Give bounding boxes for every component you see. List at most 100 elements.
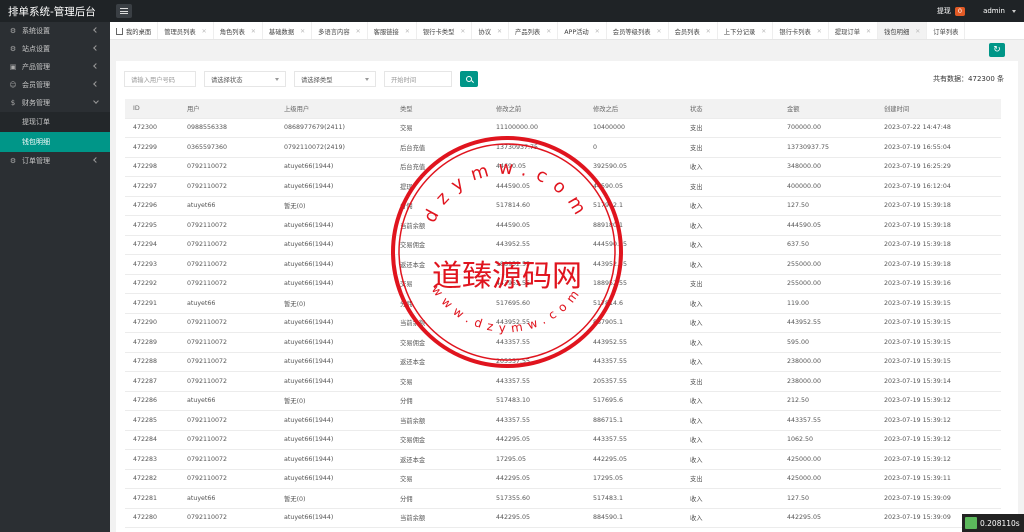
table-row: 472281 atuyet66 暂无(0) 分佣 517355.60 517483.1 收入… [125, 488, 1001, 509]
tab-label: 银行卡列表 [779, 28, 811, 36]
sidebar-item-label: 产品管理 [22, 63, 50, 71]
table-cell: 443952.55 [488, 235, 585, 255]
sidebar-item-order-management[interactable]: ⚙ 订单管理 [0, 152, 110, 170]
tab-member-list[interactable]: 会员列表 ✕ [669, 22, 718, 39]
table-cell: 44590.05 [585, 176, 682, 197]
tab-service-links[interactable]: 客服链接 ✕ [368, 22, 417, 39]
table-row: 472285 0792110072 atuyet66(1944) 当前余额 443357… [125, 410, 1001, 431]
sidebar-item-finance-management[interactable]: $ 财务管理 [0, 94, 110, 112]
table-cell: 收入 [682, 196, 779, 216]
tab-basic-data[interactable]: 基础数据 ✕ [263, 22, 313, 39]
tab-app-activity[interactable]: APP活动 ✕ [558, 22, 607, 39]
table-cell: 517814.60 [488, 196, 585, 216]
tab-home[interactable]: 我的桌面 [110, 22, 159, 39]
search-button[interactable] [460, 71, 478, 87]
tab-wallet-details[interactable]: 钱包明细 ✕ [878, 22, 928, 39]
phone-search-input[interactable]: 请输入用户号码 [124, 71, 196, 87]
table-cell: 交易佣金 [392, 430, 488, 450]
user-menu[interactable]: admin [983, 7, 1005, 15]
close-icon[interactable]: ✕ [866, 28, 871, 35]
table-cell: 444590.05 [779, 215, 876, 236]
table-cell: atuyet66(1944) [276, 157, 392, 177]
refresh-button[interactable]: ↻ [989, 43, 1005, 57]
table-cell: 暂无(0) [276, 391, 392, 411]
tab-withdraw-orders[interactable]: 提现订单 ✕ [829, 22, 879, 39]
close-icon[interactable]: ✕ [460, 28, 465, 35]
close-icon[interactable]: ✕ [251, 28, 256, 35]
table-cell: 442295.05 [488, 508, 585, 528]
sidebar-item-system-settings[interactable]: ⚙ 系统设置 [0, 22, 110, 40]
table-cell: 472287 [125, 371, 179, 392]
tab-score-records[interactable]: 上下分记录 ✕ [718, 22, 774, 39]
table-cell: 205357.55 [488, 352, 585, 372]
close-icon[interactable]: ✕ [657, 28, 662, 35]
tab-bank-card-list[interactable]: 银行卡列表 ✕ [773, 22, 829, 39]
close-icon[interactable]: ✕ [405, 28, 410, 35]
close-icon[interactable]: ✕ [546, 28, 551, 35]
table-cell: atuyet66(1944) [276, 332, 392, 353]
close-icon[interactable]: ✕ [202, 28, 207, 35]
table-row: 472287 0792110072 atuyet66(1944) 交易 443357.5… [125, 371, 1001, 392]
table-cell: 收入 [682, 410, 779, 431]
table-cell: 返还本金 [392, 449, 488, 470]
table-row: 472291 atuyet66 暂无(0) 分佣 517695.60 517814.6 收入… [125, 293, 1001, 314]
table-header-cell: 修改之前 [488, 99, 585, 119]
sidebar-item-product-management[interactable]: ▣ 产品管理 [0, 58, 110, 76]
sidebar-subitem-wallet-details[interactable]: 钱包明细 [0, 132, 110, 152]
sidebar-item-site-settings[interactable]: ⚙ 站点设置 [0, 40, 110, 58]
table-cell: 暂无(0) [276, 488, 392, 509]
table-cell: 884590.1 [585, 508, 682, 528]
type-select[interactable]: 请选择类型 [294, 71, 376, 87]
table-cell: 11100000.00 [488, 118, 585, 138]
table-cell: 2023-07-19 15:39:11 [876, 469, 1001, 489]
home-icon [116, 27, 123, 35]
tab-order-list[interactable]: 订单列表 [927, 22, 966, 39]
table-cell: 交易 [392, 274, 488, 294]
tab-bank-card-types[interactable]: 银行卡类型 ✕ [417, 22, 473, 39]
tab-role-list[interactable]: 角色列表 ✕ [214, 22, 263, 39]
status-select[interactable]: 请选择状态 [204, 71, 286, 87]
tab-product-list[interactable]: 产品列表 ✕ [509, 22, 559, 39]
table-cell: 收入 [682, 488, 779, 509]
chevron-left-icon [93, 63, 99, 69]
close-icon[interactable]: ✕ [356, 28, 361, 35]
table-header-cell: 用户 [179, 99, 276, 119]
table-cell: 0792110072 [179, 235, 276, 255]
table-cell: 472281 [125, 488, 179, 509]
tab-agreement[interactable]: 协议 ✕ [472, 22, 510, 39]
table-cell: 0792110072 [179, 157, 276, 177]
table-row: 472297 0792110072 atuyet66(1944) 提现 444590.0… [125, 176, 1001, 197]
table-cell: 425000.00 [779, 449, 876, 470]
table-cell: 444590.05 [585, 235, 682, 255]
table-cell: 517942.1 [585, 196, 682, 216]
close-icon[interactable]: ✕ [817, 28, 822, 35]
table-cell: 暂无(0) [276, 196, 392, 216]
table-cell: 收入 [682, 157, 779, 177]
withdraw-link[interactable]: 提现 [937, 6, 951, 16]
close-icon[interactable]: ✕ [497, 28, 502, 35]
sidebar-subitem-withdraw-orders[interactable]: 提现订单 [0, 112, 110, 132]
table-header-cell: 修改之后 [585, 99, 682, 119]
tab-multilang[interactable]: 多语言内容 ✕ [312, 22, 368, 39]
table-cell: atuyet66(1944) [276, 410, 392, 431]
close-icon[interactable]: ✕ [300, 28, 305, 35]
close-icon[interactable]: ✕ [706, 28, 711, 35]
table-cell: atuyet66(1944) [276, 508, 392, 528]
table-cell: 127.50 [779, 488, 876, 509]
table-cell: atuyet66 [179, 196, 276, 216]
hamburger-icon [120, 8, 128, 14]
tab-admin-list[interactable]: 管理员列表 ✕ [158, 22, 214, 39]
table-header-cell: 上级用户 [276, 99, 392, 119]
menu-toggle-button[interactable] [116, 4, 132, 18]
close-icon[interactable]: ✕ [595, 28, 600, 35]
tab-member-levels[interactable]: 会员等级列表 ✕ [607, 22, 669, 39]
close-icon[interactable]: ✕ [915, 28, 920, 35]
start-time-input[interactable]: 开始时间 [384, 71, 452, 87]
tab-label: 产品列表 [515, 28, 541, 36]
close-icon[interactable]: ✕ [761, 28, 766, 35]
table-cell: 交易 [392, 118, 488, 138]
withdraw-count-badge[interactable]: 0 [954, 6, 966, 16]
table-cell: 收入 [682, 449, 779, 470]
sidebar-item-member-management[interactable]: ☺ 会员管理 [0, 76, 110, 94]
table-cell: 交易佣金 [392, 235, 488, 255]
